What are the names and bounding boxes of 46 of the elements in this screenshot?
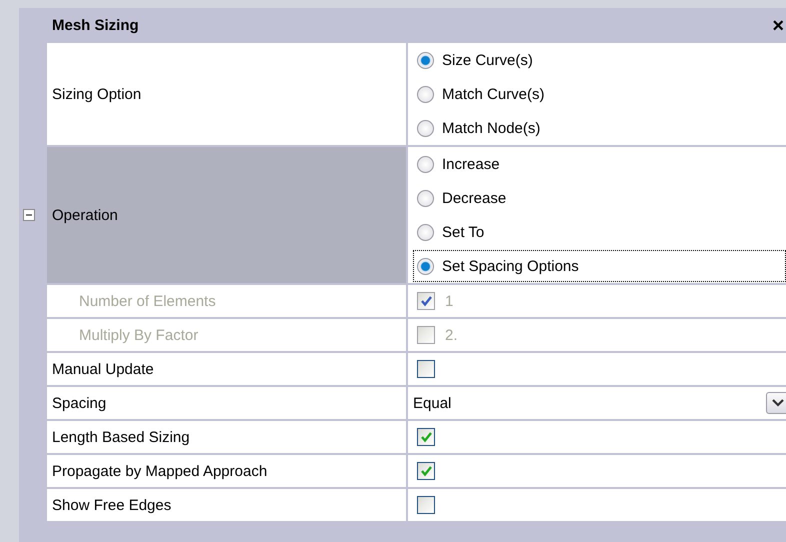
radio-button[interactable] (417, 120, 434, 136)
radio-option[interactable]: Match Node(s) (413, 112, 786, 144)
check-icon (420, 431, 432, 443)
radio-button[interactable] (417, 224, 434, 240)
property-label: Spacing (47, 387, 406, 419)
field-value: 2. (445, 326, 458, 344)
checkbox[interactable] (417, 428, 435, 446)
close-button[interactable]: × (770, 16, 786, 36)
radio-label: Increase (442, 156, 500, 172)
radio-label: Size Curve(s) (442, 52, 533, 68)
collapse-toggle[interactable] (23, 209, 35, 221)
property-label: Multiply By Factor (47, 319, 406, 351)
radio-option[interactable]: Size Curve(s) (413, 44, 786, 76)
radio-label: Match Curve(s) (442, 86, 545, 102)
radio-button[interactable] (417, 86, 434, 102)
radio-option[interactable]: Match Curve(s) (413, 78, 786, 110)
checkbox[interactable] (417, 496, 435, 514)
radio-option[interactable]: Set Spacing Options (413, 250, 786, 282)
check-icon (420, 295, 432, 307)
property-label: Show Free Edges (47, 489, 406, 521)
checkbox[interactable] (417, 360, 435, 378)
radio-label: Match Node(s) (442, 120, 540, 136)
radio-button[interactable] (417, 190, 434, 206)
radio-button[interactable] (417, 258, 434, 274)
chevron-down-icon (772, 399, 784, 407)
dropdown-button[interactable] (766, 392, 786, 414)
property-label: Manual Update (47, 353, 406, 385)
dropdown-value: Equal (413, 394, 452, 412)
property-label: Sizing Option (47, 43, 406, 145)
spacing-dropdown[interactable]: Equal (413, 387, 786, 419)
field-value: 1 (445, 292, 454, 310)
radio-option[interactable]: Set To (413, 216, 786, 248)
radio-label: Decrease (442, 190, 506, 206)
radio-button[interactable] (417, 52, 434, 68)
property-label: Length Based Sizing (47, 421, 406, 453)
radio-button[interactable] (417, 156, 434, 172)
radio-option[interactable]: Increase (413, 148, 786, 180)
property-label: Number of Elements (47, 285, 406, 317)
checkbox[interactable] (417, 462, 435, 480)
panel-title: Mesh Sizing (52, 17, 139, 34)
property-label: Operation (47, 147, 406, 283)
property-label: Propagate by Mapped Approach (47, 455, 406, 487)
check-icon (420, 465, 432, 477)
radio-label: Set To (442, 224, 484, 240)
radio-label: Set Spacing Options (442, 258, 579, 274)
radio-option[interactable]: Decrease (413, 182, 786, 214)
